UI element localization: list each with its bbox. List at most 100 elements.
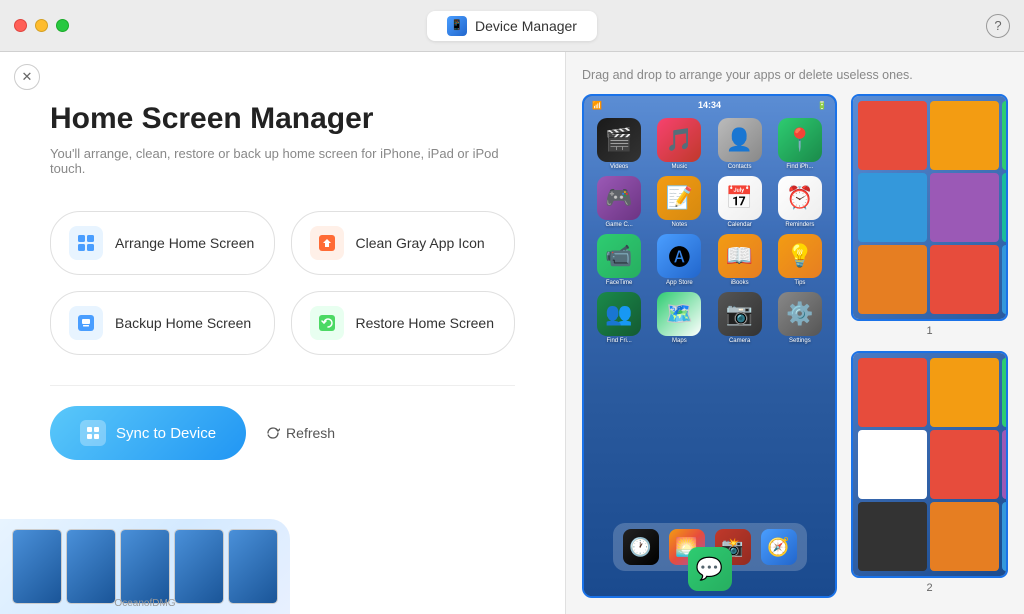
app-videos[interactable]: 🎬 Videos	[592, 118, 646, 170]
panel-subtitle: You'll arrange, clean, restore or back u…	[50, 146, 515, 176]
preview-screen-5	[229, 530, 277, 603]
app-facetime[interactable]: 📹 FaceTime	[592, 234, 646, 286]
minimize-traffic-light[interactable]	[35, 19, 48, 32]
left-panel: ✕ Home Screen Manager You'll arrange, cl…	[0, 52, 565, 614]
messages-standalone[interactable]: 💬	[688, 547, 732, 591]
drag-hint: Drag and drop to arrange your apps or de…	[582, 68, 1008, 82]
app-calendar-label: Calendar	[727, 222, 751, 228]
dock-safari[interactable]: 🧭	[761, 529, 797, 565]
app-tips-icon: 💡	[778, 234, 822, 278]
arrange-icon	[69, 226, 103, 260]
refresh-button[interactable]: Refresh	[266, 425, 335, 441]
window-title-area: 📱 Device Manager	[427, 11, 597, 41]
app-settings-icon: ⚙️	[778, 292, 822, 336]
app-icon: 📱	[447, 16, 467, 36]
thumbnail-screen-2[interactable]	[851, 351, 1008, 578]
backup-label: Backup Home Screen	[115, 315, 251, 331]
panel-close-button[interactable]: ✕	[14, 64, 40, 90]
t2-app8	[930, 502, 999, 571]
thumbnail-1-container: 1	[851, 94, 1008, 321]
thumb-bg-1	[853, 96, 1006, 319]
t2-app6	[1002, 430, 1008, 499]
t1-app2	[930, 101, 999, 170]
thumb-label-2: 2	[926, 582, 932, 594]
preview-screen-4	[175, 530, 223, 603]
t2-app9	[1002, 502, 1008, 571]
thumbnail-screen-1[interactable]	[851, 94, 1008, 321]
t2-app5	[930, 430, 999, 499]
app-gamecenter[interactable]: 🎮 Game C...	[592, 176, 646, 228]
panel-title: Home Screen Manager	[50, 102, 515, 136]
right-panel: Drag and drop to arrange your apps or de…	[565, 52, 1024, 614]
app-maps-label: Maps	[672, 338, 687, 344]
preview-device-4	[174, 529, 224, 604]
preview-device-2	[66, 529, 116, 604]
clean-gray-app-icon-button[interactable]: Clean Gray App Icon	[291, 211, 516, 275]
app-findmy-icon: 📍	[778, 118, 822, 162]
app-facetime-icon: 📹	[597, 234, 641, 278]
preview-screen-1	[13, 530, 61, 603]
app-findfriends[interactable]: 👥 Find Fri...	[592, 292, 646, 344]
restore-home-screen-button[interactable]: Restore Home Screen	[291, 291, 516, 355]
refresh-icon	[266, 426, 280, 440]
t1-app9	[1002, 245, 1008, 314]
app-findfriends-icon: 👥	[597, 292, 641, 336]
dock-clock[interactable]: 🕐	[623, 529, 659, 565]
app-settings-label: Settings	[789, 338, 811, 344]
app-maps-icon: 🗺️	[657, 292, 701, 336]
app-music[interactable]: 🎵 Music	[652, 118, 706, 170]
sync-icon	[80, 420, 106, 446]
restore-icon	[310, 306, 344, 340]
thumbnail-column: 1	[851, 94, 1008, 598]
app-findmy[interactable]: 📍 Find iPh...	[773, 118, 827, 170]
app-findfriends-label: Find Fri...	[606, 338, 631, 344]
app-ibooks[interactable]: 📖 iBooks	[713, 234, 767, 286]
t2-app4	[858, 430, 927, 499]
t1-app4	[858, 173, 927, 242]
clean-icon	[310, 226, 344, 260]
actions-grid: Arrange Home Screen Clean Gray App Icon	[50, 211, 515, 355]
app-notes[interactable]: 📝 Notes	[652, 176, 706, 228]
app-appstore-label: App Store	[666, 280, 693, 286]
t2-app7	[858, 502, 927, 571]
app-icons-grid[interactable]: 🎬 Videos 🎵 Music 👤 Contacts 📍	[584, 114, 835, 348]
phone-screen-background: 📶 14:34 🔋 🎬 Videos 🎵 Music	[584, 96, 835, 596]
app-contacts-icon: 👤	[718, 118, 762, 162]
maximize-traffic-light[interactable]	[56, 19, 69, 32]
app-appstore[interactable]: 🅐 App Store	[652, 234, 706, 286]
app-camera-label: Camera	[729, 338, 750, 344]
app-reminders[interactable]: ⏰ Reminders	[773, 176, 827, 228]
screens-area: 📶 14:34 🔋 🎬 Videos 🎵 Music	[582, 94, 1008, 598]
help-button[interactable]: ?	[986, 14, 1010, 38]
app-contacts[interactable]: 👤 Contacts	[713, 118, 767, 170]
app-videos-icon: 🎬	[597, 118, 641, 162]
preview-device-3	[120, 529, 170, 604]
divider	[50, 385, 515, 386]
preview-device-5	[228, 529, 278, 604]
clean-label: Clean Gray App Icon	[356, 235, 485, 251]
app-camera-icon: 📷	[718, 292, 762, 336]
app-maps[interactable]: 🗺️ Maps	[652, 292, 706, 344]
bottom-preview: OceanofDMG	[0, 519, 290, 614]
app-camera[interactable]: 📷 Camera	[713, 292, 767, 344]
phone-time: 14:34	[698, 100, 721, 110]
close-traffic-light[interactable]	[14, 19, 27, 32]
sync-to-device-button[interactable]: Sync to Device	[50, 406, 246, 460]
sync-row: Sync to Device Refresh	[50, 406, 515, 470]
preview-device-1	[12, 529, 62, 604]
title-bar: 📱 Device Manager ?	[0, 0, 1024, 52]
t1-app1	[858, 101, 927, 170]
app-ibooks-label: iBooks	[731, 280, 749, 286]
backup-home-screen-button[interactable]: Backup Home Screen	[50, 291, 275, 355]
app-calendar[interactable]: 📅 Calendar	[713, 176, 767, 228]
app-videos-label: Videos	[610, 164, 628, 170]
thumb-bg-2	[853, 353, 1006, 576]
t2-app2	[930, 358, 999, 427]
app-reminders-icon: ⏰	[778, 176, 822, 220]
app-tips[interactable]: 💡 Tips	[773, 234, 827, 286]
app-settings[interactable]: ⚙️ Settings	[773, 292, 827, 344]
preview-screen-2	[67, 530, 115, 603]
app-notes-label: Notes	[672, 222, 688, 228]
app-reminders-label: Reminders	[785, 222, 814, 228]
arrange-home-screen-button[interactable]: Arrange Home Screen	[50, 211, 275, 275]
